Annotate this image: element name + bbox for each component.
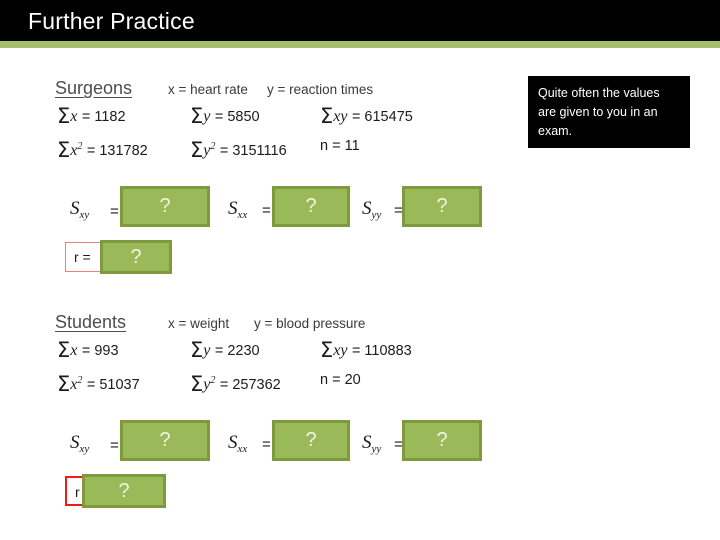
surgeons-sxy-answer-box[interactable]: ?: [120, 186, 210, 227]
surgeons-heading: Surgeons: [55, 78, 133, 98]
surgeons-syy-answer-box[interactable]: ?: [402, 186, 482, 227]
students-sample-size: n = 20: [320, 372, 361, 388]
surgeons-sxx-equals: =: [262, 202, 271, 219]
exponent-two: 2: [77, 375, 83, 386]
sigma-icon: Σ: [320, 338, 334, 362]
students-syy-label: Syy: [362, 432, 382, 455]
students-title-row: Students x = weight y = blood pressure: [0, 312, 720, 338]
students-stats-row-2: Σx2 = 51037 Σy2 = 257362 n = 20: [0, 372, 720, 406]
surgeons-sum-y-squared: Σy2 = 3151116: [190, 138, 287, 162]
surgeons-stats-row-1: Σx = 1182 Σy = 5850 Σxy = 615475: [0, 104, 720, 138]
surgeons-sxx-answer-box[interactable]: ?: [272, 186, 350, 227]
students-sxy-answer-box[interactable]: ?: [120, 420, 210, 461]
students-sum-y: Σy = 2230: [190, 338, 260, 362]
sigma-icon: Σ: [190, 104, 204, 128]
surgeons-sum-x-squared: Σx2 = 131782: [57, 138, 148, 162]
surgeons-sxx-label: Sxx: [228, 198, 248, 221]
exponent-two: 2: [210, 141, 216, 152]
section-surgeons: Surgeons x = heart rate y = reaction tim…: [0, 78, 720, 286]
students-sum-x-squared: Σx2 = 51037: [57, 372, 140, 396]
surgeons-sxy-label: Sxy: [70, 198, 90, 221]
students-x-variable: x = weight: [168, 316, 230, 331]
students-sxx-answer-box[interactable]: ?: [272, 420, 350, 461]
students-sum-x: Σx = 993: [57, 338, 119, 362]
students-sxy-label: Sxy: [70, 432, 90, 455]
students-answer-row: Sxy = ? Sxx = ? Syy = ?: [0, 420, 720, 474]
sigma-icon: Σ: [57, 338, 71, 362]
students-sum-xy: Σxy = 110883: [320, 338, 412, 362]
students-sxy-equals: =: [110, 437, 119, 454]
students-sum-y-squared: Σy2 = 257362: [190, 372, 281, 396]
surgeons-stats-row-2: Σx2 = 131782 Σy2 = 3151116 n = 11: [0, 138, 720, 172]
students-sxx-label: Sxx: [228, 432, 248, 455]
surgeons-answer-row: Sxy = ? Sxx = ? Syy = ?: [0, 186, 720, 240]
sigma-icon: Σ: [190, 138, 204, 162]
students-sxx-equals: =: [262, 436, 271, 453]
surgeons-r-row: r = ?: [0, 240, 720, 286]
surgeons-sum-x: Σx = 1182: [57, 104, 126, 128]
surgeons-syy-label: Syy: [362, 198, 382, 221]
students-syy-answer-box[interactable]: ?: [402, 420, 482, 461]
surgeons-x-variable: x = heart rate: [168, 82, 248, 97]
exponent-two: 2: [77, 141, 83, 152]
students-y-variable: y = blood pressure: [254, 316, 366, 331]
sigma-icon: Σ: [190, 372, 204, 396]
page-title: Further Practice: [28, 8, 195, 34]
section-students: Students x = weight y = blood pressure Σ…: [0, 312, 720, 520]
surgeons-sample-size: n = 11: [320, 138, 360, 154]
surgeons-sum-y: Σy = 5850: [190, 104, 260, 128]
sigma-icon: Σ: [57, 104, 71, 128]
sigma-icon: Σ: [57, 138, 71, 162]
sigma-icon: Σ: [190, 338, 204, 362]
surgeons-r-answer-box[interactable]: ?: [100, 240, 172, 274]
sigma-icon: Σ: [57, 372, 71, 396]
students-stats-row-1: Σx = 993 Σy = 2230 Σxy = 110883: [0, 338, 720, 372]
surgeons-y-variable: y = reaction times: [267, 82, 374, 97]
students-r-answer-box[interactable]: ?: [82, 474, 166, 508]
header-accent-bar: [0, 41, 720, 48]
students-heading: Students: [55, 312, 127, 332]
sigma-icon: Σ: [320, 104, 334, 128]
students-r-row: r = ?: [0, 474, 720, 520]
surgeons-sxy-equals: =: [110, 203, 119, 220]
surgeons-sum-xy: Σxy = 615475: [320, 104, 413, 128]
exponent-two: 2: [210, 375, 216, 386]
surgeons-title-row: Surgeons x = heart rate y = reaction tim…: [0, 78, 720, 104]
